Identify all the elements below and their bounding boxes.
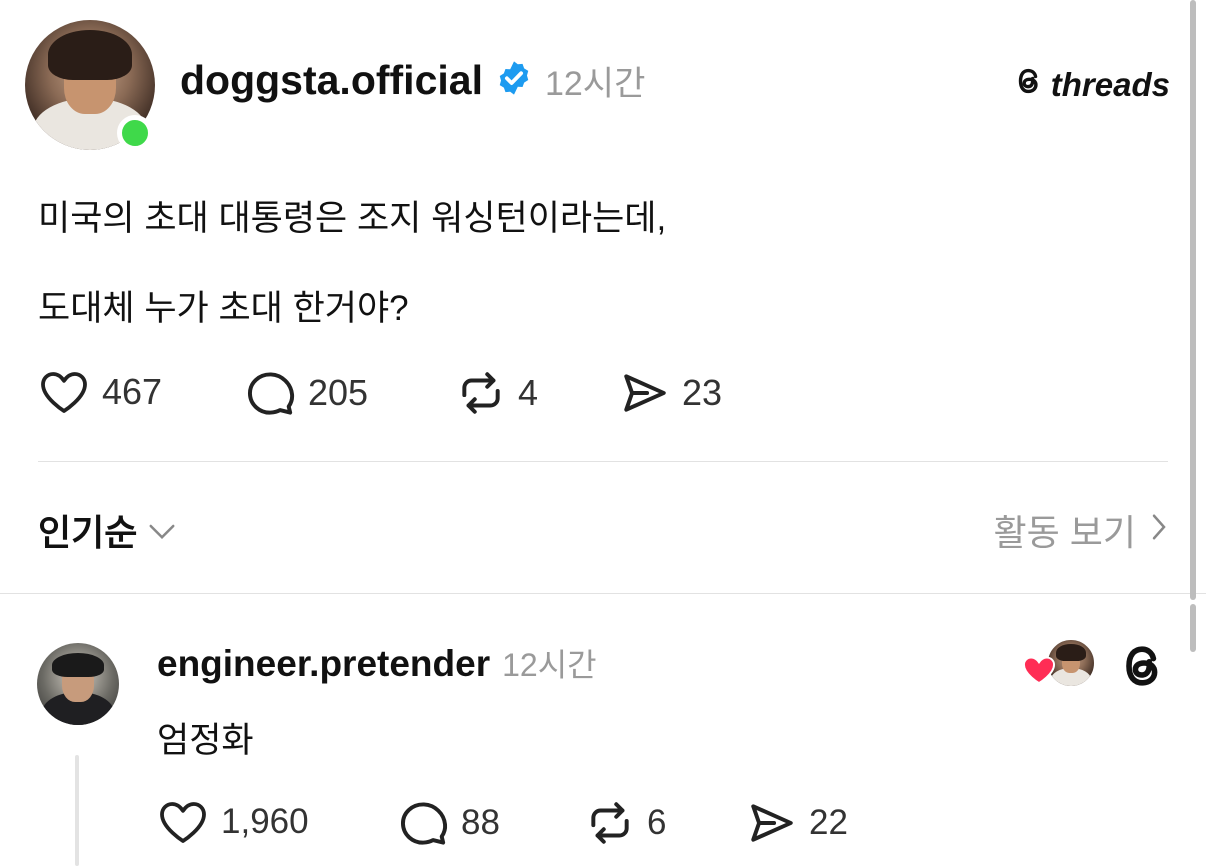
- scrollbar[interactable]: [1190, 0, 1196, 600]
- scrollbar-lower[interactable]: [1190, 604, 1196, 652]
- chevron-right-icon: [1150, 509, 1168, 551]
- post-username[interactable]: doggsta.official: [180, 57, 483, 104]
- sort-label: 인기순: [38, 512, 138, 553]
- thread-line: [75, 755, 79, 866]
- threads-logo-icon: [1013, 64, 1045, 106]
- activity-label: 활동 보기: [993, 512, 1136, 553]
- reply-comment-button[interactable]: 88: [399, 798, 500, 848]
- reply-actions: 1,960 88 6 22: [157, 798, 877, 850]
- verified-badge-icon: [495, 59, 533, 102]
- reply-text: 엄정화: [157, 721, 254, 760]
- threads-logo-text: threads: [1050, 66, 1170, 103]
- share-count: 23: [682, 372, 723, 413]
- liked-by-author-indicator: [1022, 636, 1096, 691]
- comment-button[interactable]: 205: [246, 368, 368, 418]
- post-time: 12시간: [544, 65, 646, 103]
- reply-repost-button[interactable]: 6: [585, 798, 666, 848]
- threads-icon[interactable]: [1118, 640, 1168, 697]
- online-status-indicator: [117, 115, 153, 151]
- sort-dropdown[interactable]: 인기순: [38, 504, 177, 556]
- heart-icon: [157, 798, 209, 846]
- reply-like-button[interactable]: 1,960: [157, 798, 309, 846]
- post-text-line-2: 도대체 누가 초대 한거야?: [38, 289, 409, 328]
- reply-username[interactable]: engineer.pretender: [157, 643, 490, 685]
- comment-count: 205: [308, 372, 369, 413]
- share-button[interactable]: 23: [620, 368, 722, 418]
- post-actions: 467 205 4 23: [38, 368, 798, 424]
- like-count: 467: [102, 371, 163, 412]
- repost-count: 4: [518, 372, 539, 413]
- reply-time: 12시간: [502, 647, 597, 683]
- view-activity-link[interactable]: 활동 보기: [994, 504, 1168, 556]
- repost-icon: [456, 368, 506, 418]
- reply-avatar[interactable]: [37, 643, 119, 725]
- divider: [38, 461, 1168, 462]
- chevron-down-icon: [147, 509, 177, 551]
- comment-icon: [399, 798, 449, 848]
- share-icon: [747, 798, 797, 848]
- reply-like-count: 1,960: [221, 802, 309, 841]
- reply-repost-count: 6: [647, 803, 667, 842]
- reply-share-count: 22: [809, 803, 848, 842]
- reply-comment-count: 88: [461, 803, 500, 842]
- heart-icon: [1022, 654, 1056, 691]
- post-text-line-1: 미국의 초대 대통령은 조지 워싱턴이라는데,: [38, 199, 667, 238]
- repost-icon: [585, 798, 635, 848]
- like-button[interactable]: 467: [38, 368, 162, 416]
- heart-icon: [38, 368, 90, 416]
- comment-icon: [246, 368, 296, 418]
- reply-share-button[interactable]: 22: [747, 798, 848, 848]
- share-icon: [620, 368, 670, 418]
- threads-logo: threads: [1013, 64, 1170, 106]
- section-divider: [0, 593, 1206, 594]
- repost-button[interactable]: 4: [456, 368, 538, 418]
